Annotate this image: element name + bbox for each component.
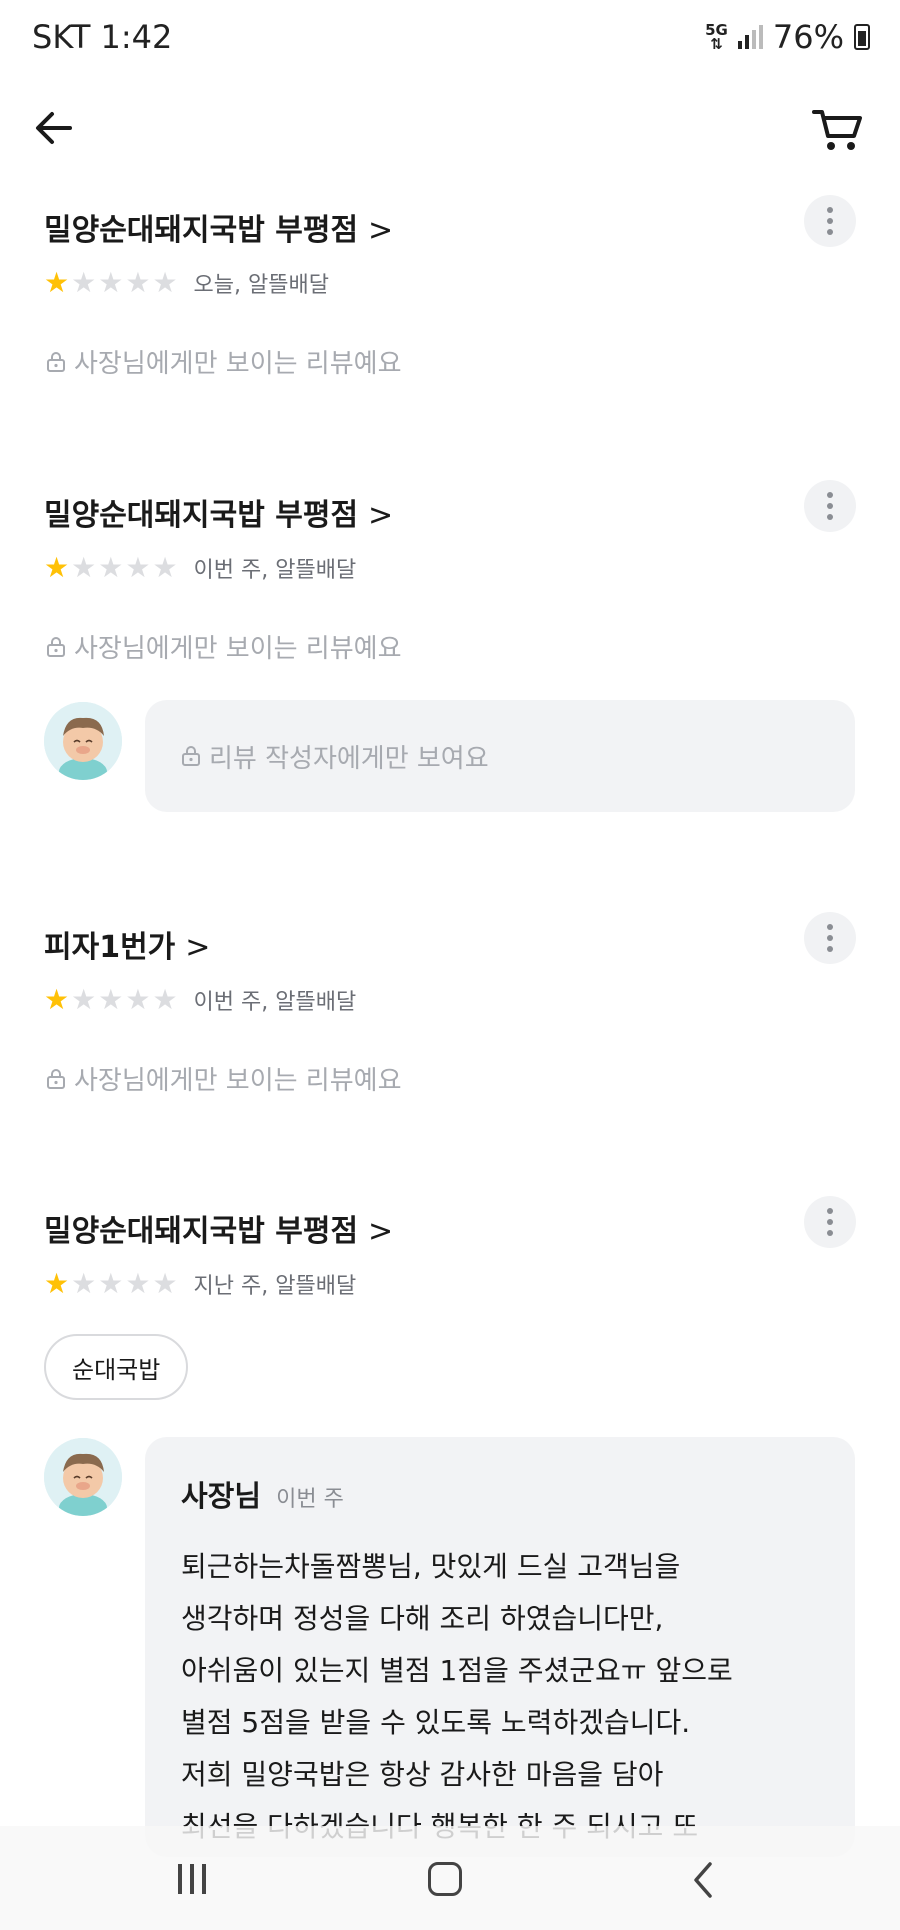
star-icon: ★ xyxy=(152,551,178,584)
more-options-button[interactable] xyxy=(804,912,856,964)
home-icon[interactable] xyxy=(428,1862,462,1896)
star-icon: ★ xyxy=(44,1267,70,1300)
chevron-right-icon: > xyxy=(368,213,394,248)
owner-avatar xyxy=(44,1438,122,1516)
carrier-time: SKT 1:42 xyxy=(32,18,173,56)
owner-avatar xyxy=(44,702,122,780)
star-rating: ★ ★ ★ ★ ★ 지난 주, 알뜰배달 xyxy=(44,1268,356,1300)
nav-back-icon[interactable] xyxy=(688,1860,718,1900)
lock-icon xyxy=(47,351,65,372)
star-icon: ★ xyxy=(44,983,70,1016)
signal-icon xyxy=(737,25,763,49)
chevron-right-icon: > xyxy=(185,930,211,965)
star-rating: ★ ★ ★ ★ ★ 오늘, 알뜰배달 xyxy=(44,267,329,299)
star-icon: ★ xyxy=(71,551,97,584)
network-5g-icon: 5G ⇅ xyxy=(705,21,728,53)
lock-icon xyxy=(47,1068,65,1089)
private-notice: 사장님에게만 보이는 리뷰예요 xyxy=(46,1060,402,1097)
reply-text: 퇴근하는차돌짬뽕님, 맛있게 드실 고객님을 생각하며 정성을 다해 조리 하였… xyxy=(181,1550,733,1843)
private-notice: 사장님에게만 보이는 리뷰예요 xyxy=(46,343,402,380)
review-meta: 지난 주, 알뜰배달 xyxy=(193,1274,357,1299)
avatar-character-icon xyxy=(44,702,122,780)
arrow-left-icon xyxy=(36,112,72,144)
more-options-button[interactable] xyxy=(804,480,856,532)
reply-private-bubble: 리뷰 작성자에게만 보여요 xyxy=(145,700,855,812)
store-link[interactable]: 밀양순대돼지국밥 부평점 > xyxy=(44,1206,393,1250)
star-icon: ★ xyxy=(44,551,70,584)
star-icon: ★ xyxy=(71,266,97,299)
star-icon: ★ xyxy=(98,551,124,584)
star-rating: ★ ★ ★ ★ ★ 이번 주, 알뜰배달 xyxy=(44,984,356,1016)
more-options-button[interactable] xyxy=(804,1196,856,1248)
star-icon: ★ xyxy=(125,1267,151,1300)
store-link[interactable]: 밀양순대돼지국밥 부평점 > xyxy=(44,205,393,249)
review-meta: 오늘, 알뜰배달 xyxy=(193,273,329,298)
back-button[interactable] xyxy=(30,98,90,158)
system-nav-bar xyxy=(0,1826,900,1930)
star-icon: ★ xyxy=(152,1267,178,1300)
status-bar: SKT 1:42 5G ⇅ 76% xyxy=(0,0,900,80)
lock-icon xyxy=(182,746,200,766)
reply-time: 이번 주 xyxy=(276,1487,344,1512)
chevron-right-icon: > xyxy=(368,498,394,533)
private-notice: 사장님에게만 보이는 리뷰예요 xyxy=(46,628,402,665)
menu-tag-chip[interactable]: 순대국밥 xyxy=(44,1334,189,1400)
cart-button[interactable] xyxy=(808,98,868,158)
review-meta: 이번 주, 알뜰배달 xyxy=(193,558,357,583)
store-link[interactable]: 피자1번가 > xyxy=(44,922,210,966)
battery-icon xyxy=(854,24,870,50)
lock-icon xyxy=(47,636,65,657)
review-meta: 이번 주, 알뜰배달 xyxy=(193,990,357,1015)
recent-apps-icon[interactable] xyxy=(178,1864,206,1894)
cart-icon xyxy=(812,110,862,150)
more-options-button[interactable] xyxy=(804,195,856,247)
star-icon: ★ xyxy=(71,983,97,1016)
star-rating: ★ ★ ★ ★ ★ 이번 주, 알뜰배달 xyxy=(44,552,356,584)
star-icon: ★ xyxy=(98,1267,124,1300)
star-icon: ★ xyxy=(152,266,178,299)
star-icon: ★ xyxy=(125,983,151,1016)
star-icon: ★ xyxy=(98,266,124,299)
avatar-character-icon xyxy=(44,1438,122,1516)
store-link[interactable]: 밀양순대돼지국밥 부평점 > xyxy=(44,490,393,534)
reply-author: 사장님 xyxy=(181,1479,262,1513)
owner-reply-bubble: 사장님 이번 주 퇴근하는차돌짬뽕님, 맛있게 드실 고객님을 생각하며 정성을… xyxy=(145,1437,855,1857)
top-app-bar xyxy=(0,90,900,160)
star-icon: ★ xyxy=(125,551,151,584)
battery-percent: 76% xyxy=(772,18,844,56)
star-icon: ★ xyxy=(152,983,178,1016)
chevron-right-icon: > xyxy=(368,1214,394,1249)
star-icon: ★ xyxy=(98,983,124,1016)
star-icon: ★ xyxy=(44,266,70,299)
star-icon: ★ xyxy=(125,266,151,299)
star-icon: ★ xyxy=(71,1267,97,1300)
